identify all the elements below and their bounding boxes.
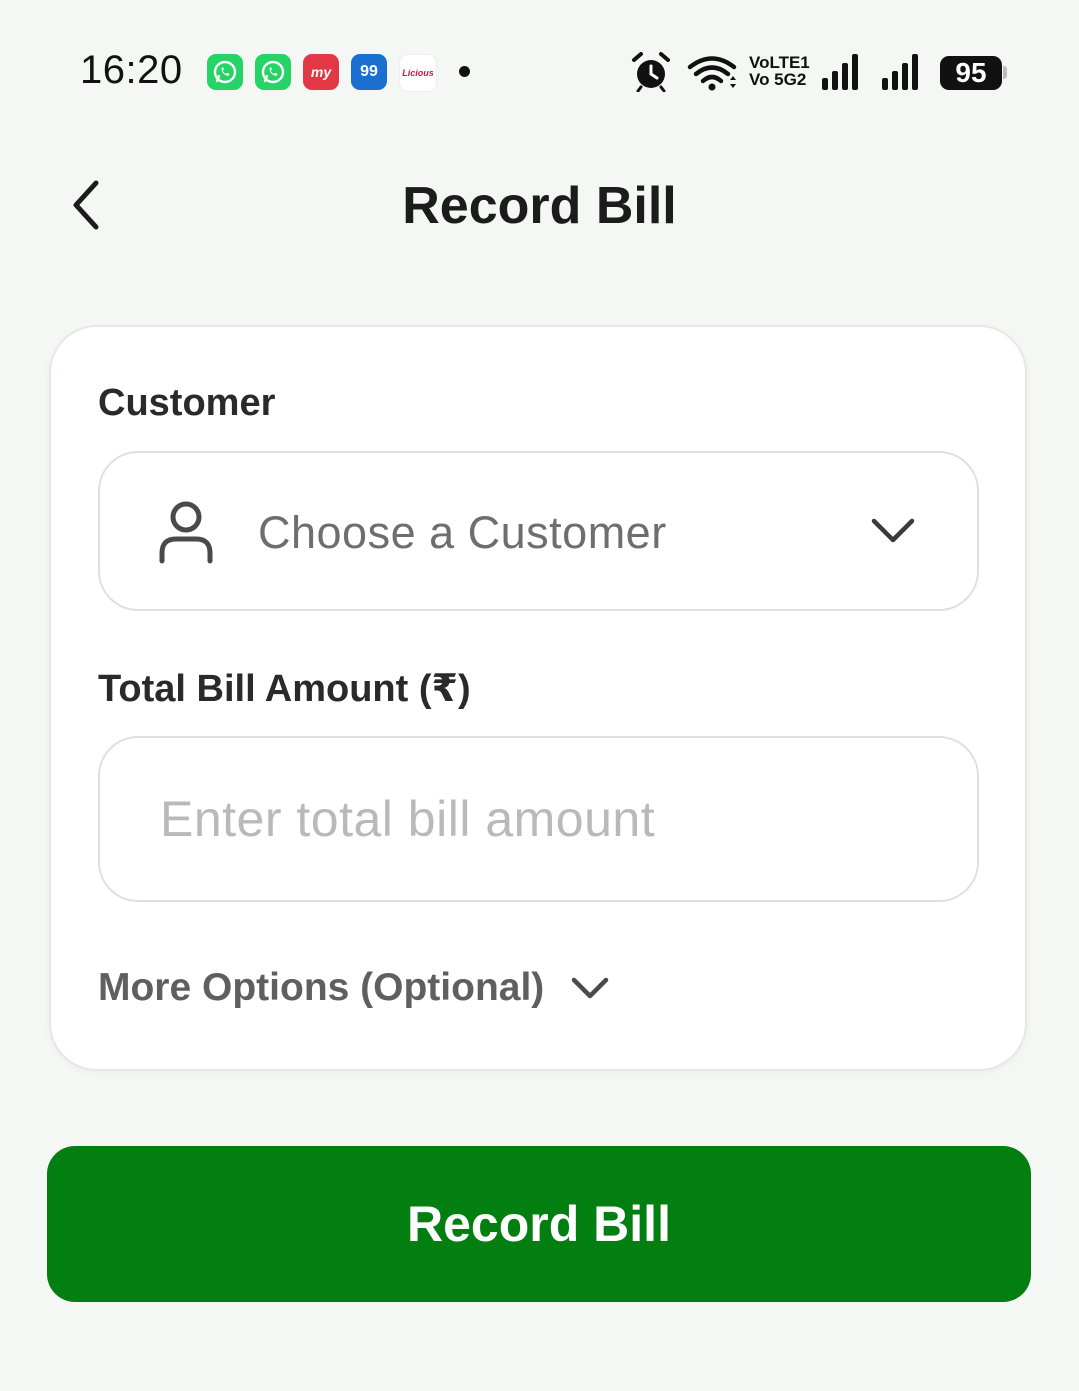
more-notifications-dot [459,66,470,77]
more-options-toggle[interactable]: More Options (Optional) [98,966,610,1010]
wifi-icon [687,56,737,91]
network-type-label: VoLTE1 Vo 5G2 [749,53,810,89]
user-icon [159,501,213,564]
amount-input[interactable] [158,778,942,860]
bookmyshow-icon: my [303,54,339,90]
amount-field[interactable] [98,736,979,902]
customer-dropdown[interactable]: Choose a Customer [98,451,979,611]
record-bill-button-label: Record Bill [407,1196,671,1252]
whatsapp-icon [255,54,291,90]
amount-label: Total Bill Amount (₹) [98,668,471,710]
page-title: Record Bill [402,177,677,235]
licious-icon: Licious [399,54,437,92]
more-options-label: More Options (Optional) [98,966,545,1009]
status-time: 16:20 [80,48,183,92]
battery-tip [1003,66,1007,79]
signal-strength-icon [822,54,858,90]
chevron-down-icon [572,977,609,999]
status-bar: 16:20 my 99 Licious VoLTE1 Vo 5G2 95 [0,0,1079,140]
99acres-icon: 99 [351,54,387,90]
alarm-icon [632,52,670,92]
customer-label: Customer [98,382,276,424]
chevron-down-icon [871,518,915,543]
customer-placeholder: Choose a Customer [258,507,667,558]
signal-strength-icon [882,54,918,90]
record-bill-button[interactable]: Record Bill [47,1146,1031,1302]
battery-indicator: 95 [940,56,1002,90]
whatsapp-icon [207,54,243,90]
